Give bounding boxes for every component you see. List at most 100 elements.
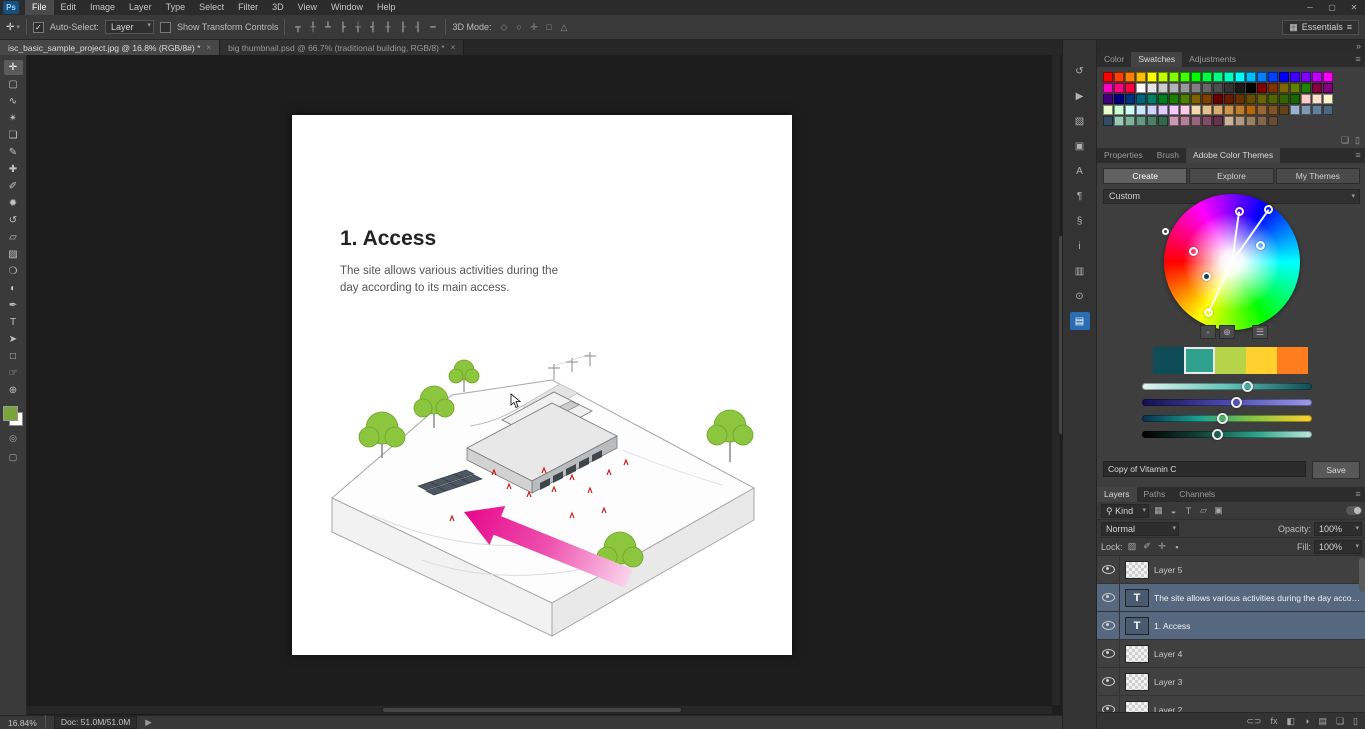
color-swatch[interactable] [1136, 116, 1146, 126]
color-swatch[interactable] [1213, 116, 1223, 126]
color-swatch[interactable] [1224, 94, 1234, 104]
slider-view-icon[interactable]: ☰ [1252, 325, 1268, 339]
text-layer-thumbnail[interactable]: T [1125, 588, 1149, 607]
kind-filter-dropdown[interactable]: ⚲ Kind [1101, 503, 1149, 518]
color-swatch[interactable] [1246, 105, 1256, 115]
align-icon-8[interactable]: ┨ [411, 21, 424, 34]
eraser-tool[interactable]: ▱ [4, 230, 23, 245]
theme-slider-2[interactable] [1142, 397, 1312, 408]
color-swatch[interactable] [1114, 116, 1124, 126]
color-swatch[interactable] [1235, 94, 1245, 104]
color-swatch[interactable] [1136, 72, 1146, 82]
color-swatch[interactable] [1158, 83, 1168, 93]
theme-color-2[interactable] [1215, 347, 1246, 374]
align-icon-7[interactable]: ┠ [396, 21, 409, 34]
lock-pixels-icon[interactable]: ✐ [1141, 540, 1154, 553]
theme-color-1[interactable] [1184, 347, 1215, 374]
tab-properties[interactable]: Properties [1097, 148, 1150, 163]
color-swatch[interactable] [1323, 105, 1333, 115]
minimize-button[interactable]: ─ [1299, 0, 1321, 15]
blend-mode-dropdown[interactable]: Normal [1101, 521, 1179, 536]
color-swatch[interactable] [1191, 83, 1201, 93]
paragraph-panel-icon[interactable]: ¶ [1070, 187, 1090, 205]
3d-mode-icon-4[interactable]: △ [558, 21, 571, 34]
new-layer-icon[interactable]: ❏ [1336, 716, 1344, 727]
navigator-panel-icon[interactable]: ⊙ [1070, 287, 1090, 305]
actions-panel-icon[interactable]: ▶ [1070, 87, 1090, 105]
layer-row-1[interactable]: T The site allows various activities duri… [1097, 584, 1365, 612]
color-swatch[interactable] [1301, 105, 1311, 115]
history-brush-tool[interactable]: ↺ [4, 213, 23, 228]
color-swatch[interactable] [1301, 94, 1311, 104]
menu-layer[interactable]: Layer [122, 0, 159, 15]
3d-mode-icon-0[interactable]: ◇ [498, 21, 511, 34]
status-flyout-icon[interactable]: ▶ [145, 717, 152, 728]
layer-row-4[interactable]: Layer 3 [1097, 668, 1365, 696]
close-button[interactable]: ✕ [1343, 0, 1365, 15]
color-swatch[interactable] [1147, 105, 1157, 115]
tab-paths[interactable]: Paths [1137, 487, 1173, 502]
panel-menu-icon[interactable]: ≡ [1350, 52, 1365, 67]
menu-select[interactable]: Select [192, 0, 231, 15]
document-tab-1[interactable]: big thumbnail.psd @ 66.7% (traditional b… [220, 40, 465, 55]
color-swatch[interactable] [1191, 94, 1201, 104]
visibility-cell[interactable] [1097, 612, 1120, 639]
filter-shape-layers-icon[interactable]: ▱ [1197, 504, 1210, 517]
menu-type[interactable]: Type [159, 0, 193, 15]
type-tool[interactable]: T [4, 315, 23, 330]
layer-thumbnail[interactable] [1125, 644, 1149, 663]
color-swatch[interactable] [1114, 83, 1124, 93]
color-mood-icon[interactable]: ◦ [1200, 325, 1216, 339]
color-swatch[interactable] [1290, 105, 1300, 115]
theme-color-0[interactable] [1153, 347, 1184, 374]
lock-all-icon[interactable]: ▪ [1171, 540, 1184, 553]
color-swatch[interactable] [1103, 116, 1113, 126]
theme-slider-4[interactable] [1142, 429, 1312, 440]
text-layer-thumbnail[interactable]: T [1125, 616, 1149, 635]
restore-button[interactable]: ▢ [1321, 0, 1343, 15]
color-swatch[interactable] [1103, 72, 1113, 82]
eye-icon[interactable] [1101, 621, 1115, 630]
color-swatch[interactable] [1125, 116, 1135, 126]
visibility-cell[interactable] [1097, 556, 1120, 583]
menu-view[interactable]: View [291, 0, 324, 15]
color-swatch[interactable] [1125, 83, 1135, 93]
save-theme-button[interactable]: Save [1312, 461, 1360, 479]
move-tool[interactable]: ✛ [3, 60, 23, 75]
color-swatch[interactable] [1158, 105, 1168, 115]
slider-knob[interactable] [1211, 429, 1223, 440]
color-swatch[interactable] [1268, 72, 1278, 82]
color-swatch[interactable] [1279, 83, 1289, 93]
color-swatch[interactable] [1180, 116, 1190, 126]
color-swatch[interactable] [1235, 105, 1245, 115]
eye-icon[interactable] [1101, 649, 1115, 658]
color-swatch[interactable] [1191, 105, 1201, 115]
align-icon-4[interactable]: ╁ [351, 21, 364, 34]
color-swatch[interactable] [1224, 83, 1234, 93]
color-swatch[interactable] [1257, 83, 1267, 93]
color-swatch[interactable] [1180, 105, 1190, 115]
layer-row-0[interactable]: Layer 5 [1097, 556, 1365, 584]
history-panel-icon[interactable]: ↺ [1070, 62, 1090, 80]
color-swatch[interactable] [1279, 105, 1289, 115]
align-icon-0[interactable]: ┳ [291, 21, 304, 34]
color-swatch[interactable] [1169, 83, 1179, 93]
color-swatch[interactable] [1257, 72, 1267, 82]
collapse-panels-icon[interactable]: » [1356, 40, 1361, 52]
color-swatch[interactable] [1235, 116, 1245, 126]
filter-smart-objects-icon[interactable]: ▣ [1212, 504, 1225, 517]
visibility-cell[interactable] [1097, 668, 1120, 695]
blur-tool[interactable]: ❍ [4, 264, 23, 279]
color-swatch[interactable] [1224, 72, 1234, 82]
libraries-panel-icon[interactable]: ▤ [1069, 312, 1090, 330]
color-swatch[interactable] [1246, 116, 1256, 126]
foreground-color-chip[interactable] [3, 406, 18, 421]
align-icon-6[interactable]: ╂ [381, 21, 394, 34]
filter-adjustment-layers-icon[interactable]: ◒ [1167, 504, 1180, 517]
wheel-marker-knob[interactable] [1234, 206, 1244, 216]
color-swatch[interactable] [1202, 72, 1212, 82]
tab-channels[interactable]: Channels [1172, 487, 1222, 502]
menu-file[interactable]: File [25, 0, 54, 15]
themes-nav-my-themes[interactable]: My Themes [1275, 168, 1360, 184]
path-selection-tool[interactable]: ➤ [4, 332, 23, 347]
